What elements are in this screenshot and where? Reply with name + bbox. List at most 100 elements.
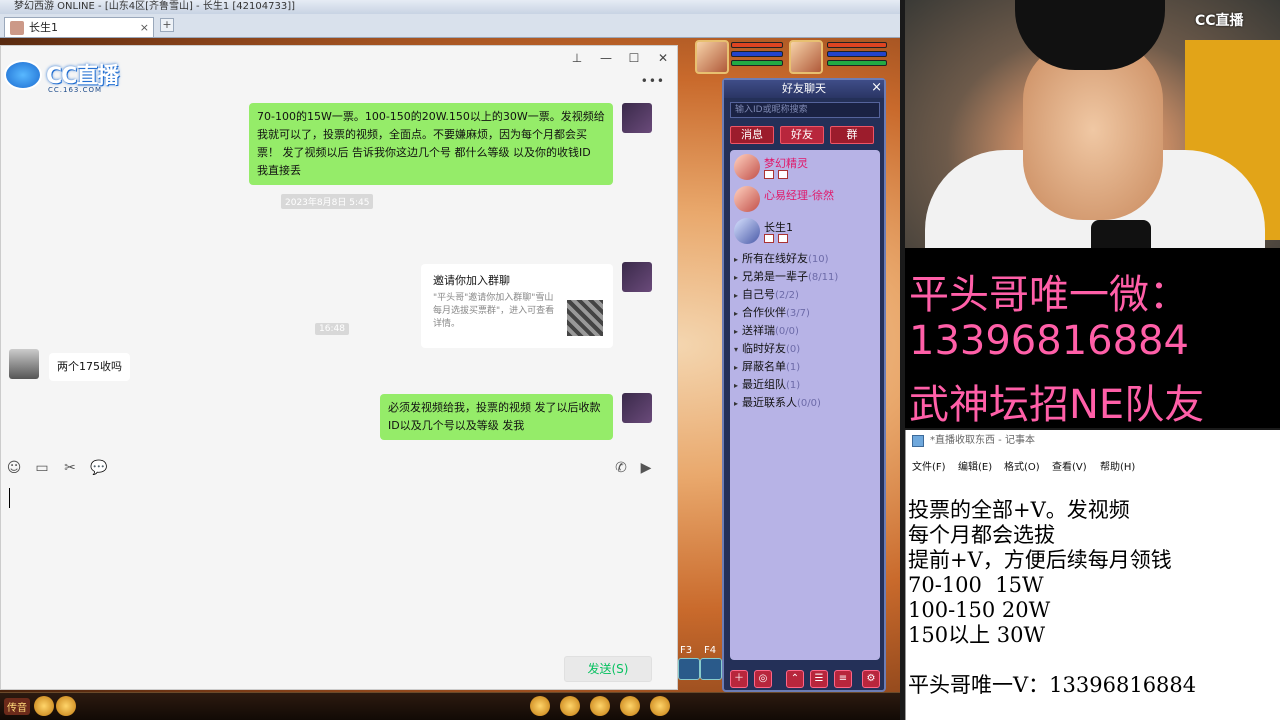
notepad-line [908,648,1278,673]
pet-portrait[interactable] [695,40,729,74]
message-bubble-incoming: 两个175收吗 [49,353,130,381]
group-label: 所有在线好友 [742,252,808,265]
add-friend-icon[interactable]: ＋ [730,670,748,688]
menu-edit[interactable]: 编辑(E) [958,458,992,473]
friend-item[interactable]: 梦幻精灵 [732,152,878,184]
task-icon[interactable] [620,696,640,716]
folder-icon[interactable]: ▭ [33,460,51,476]
menu-format[interactable]: 格式(O) [1004,458,1040,473]
trophy-icon[interactable] [34,696,54,716]
list-icon[interactable]: ☰ [810,670,828,688]
emoji-icon[interactable]: ☺ [5,460,23,476]
friend-group-temporary[interactable]: ▾ 临时好友(0) [734,340,800,356]
notepad-window: *直播收取东西 - 记事本 文件(F) 编辑(E) 格式(O) 查看(V) 帮助… [905,430,1280,720]
message-timestamp: 2023年8月8日 5:45 [281,194,374,209]
notepad-line: 平头哥唯一V：13396816884 [908,673,1197,697]
friends-panel: 好友聊天 × 输入ID或昵称搜索 消息 好友 群 梦幻精灵 心易经理-徐然 长生… [722,78,886,692]
avatar[interactable] [622,262,652,292]
group-count: (2/2) [775,290,799,301]
notepad-text-area[interactable]: 投票的全部+V。发视频 每个月都会选拔 提前+V，方便后续每月领钱 70-100… [908,498,1278,698]
minimize-icon[interactable]: — [597,51,615,65]
skill-slot[interactable] [700,658,722,680]
tab-messages[interactable]: 消息 [730,126,774,144]
friend-group-blocked[interactable]: ▸ 屏蔽名单(1) [734,358,800,374]
chat-toolbar: ☺ ▭ ✂ 💬 ✆ ▶ [1,458,677,482]
friend-group-recent-team[interactable]: ▸ 最近组队(1) [734,376,800,392]
friend-item[interactable]: 长生1 [732,216,878,248]
hotkey-label: F4 [704,645,717,656]
collapse-icon[interactable]: ⌃ [786,670,804,688]
group-count: (1) [786,380,801,391]
skill-icon[interactable] [590,696,610,716]
expand-arrow-icon: ▸ [734,255,739,264]
expand-arrow-icon: ▸ [734,309,739,318]
friends-panel-title: 好友聊天 [724,80,884,98]
search-friend-icon[interactable]: ◎ [754,670,772,688]
avatar [734,186,760,212]
friend-item[interactable]: 心易经理-徐然 [732,184,878,216]
player-mp-bar [827,51,887,57]
close-icon[interactable]: × [871,80,882,96]
close-icon[interactable]: × [140,18,149,37]
friend-group-partners[interactable]: ▸ 合作伙伴(3/7) [734,304,810,320]
group-label: 送祥瑞 [742,324,775,337]
friend-group-xiangrui[interactable]: ▸ 送祥瑞(0/0) [734,322,799,338]
friend-name: 长生1 [764,221,793,234]
chat-history-icon[interactable]: 💬 [90,460,108,476]
group-invite-card[interactable]: 邀请你加入群聊 "平头哥"邀请你加入群聊"雪山每月选拔买票群"，进入可查看详情。 [421,264,613,348]
character-icon[interactable] [530,696,550,716]
cc-logo-domain: CC.163.COM [48,86,103,94]
player-portrait[interactable] [789,40,823,74]
notepad-line: 提前+V，方便后续每月领钱 [908,548,1172,572]
message-input[interactable] [5,486,673,646]
send-button[interactable]: 发送(S) [564,656,652,682]
friend-group-brothers[interactable]: ▸ 兄弟是一辈子(8/11) [734,268,838,284]
bag-icon[interactable] [560,696,580,716]
overlay-line: 平头哥唯一微： [909,272,1189,318]
expand-arrow-icon: ▸ [734,363,739,372]
skill-slot[interactable] [678,658,700,680]
avatar [734,218,760,244]
character-avatar-icon [10,21,24,35]
tab-friends[interactable]: 好友 [780,126,824,144]
emote-icon[interactable] [56,696,76,716]
voice-call-icon[interactable]: ✆ [612,460,630,476]
voice-button[interactable]: 传音 [4,698,30,715]
video-call-icon[interactable]: ▶ [637,460,655,476]
team-icon[interactable] [650,696,670,716]
pin-icon[interactable]: ⊥ [568,51,586,65]
friend-group-recent-contacts[interactable]: ▸ 最近联系人(0/0) [734,394,821,410]
group-label: 最近组队 [742,378,786,391]
chat-window: ⊥ — ☐ ✕ ••• 70-100的15W一票。100-150的20W.150… [0,45,678,690]
avatar[interactable] [9,349,39,379]
game-window-title: 梦幻西游 ONLINE - [山东4区[齐鲁雪山] - 长生1 [4210473… [0,0,900,14]
expand-arrow-icon: ▸ [734,291,739,300]
friend-group-own[interactable]: ▸ 自己号(2/2) [734,286,799,302]
friend-group-online[interactable]: ▸ 所有在线好友(10) [734,250,829,266]
notepad-line: 每个月都会选拔 [908,523,1055,547]
avatar[interactable] [622,103,652,133]
group-label: 最近联系人 [742,396,797,409]
menu-help[interactable]: 帮助(H) [1100,458,1135,473]
close-icon[interactable]: ✕ [654,51,672,65]
maximize-icon[interactable]: ☐ [625,51,643,65]
group-thumbnail [567,300,603,336]
tab-groups[interactable]: 群 [830,126,874,144]
menu-file[interactable]: 文件(F) [912,458,946,473]
cc-watermark: CC直播 [1195,13,1244,29]
screenshot-icon[interactable]: ✂ [61,460,79,476]
screen: 梦幻西游 ONLINE - [山东4区[齐鲁雪山] - 长生1 [4210473… [0,0,1280,720]
menu-icon[interactable]: ≡ [834,670,852,688]
avatar[interactable] [622,393,652,423]
notepad-line: 150以上 30W [908,623,1046,647]
webcam-feed [905,0,1280,248]
menu-view[interactable]: 查看(V) [1052,458,1087,473]
notepad-icon [912,435,924,447]
friend-search-input[interactable]: 输入ID或昵称搜索 [730,102,880,118]
player-status [693,40,893,76]
new-tab-button[interactable]: + [160,18,174,32]
settings-icon[interactable]: ⚙ [862,670,880,688]
home-icon [764,170,774,179]
game-tab[interactable]: 长生1 × [4,17,154,37]
notepad-line: 70-100 15W [908,573,1044,597]
